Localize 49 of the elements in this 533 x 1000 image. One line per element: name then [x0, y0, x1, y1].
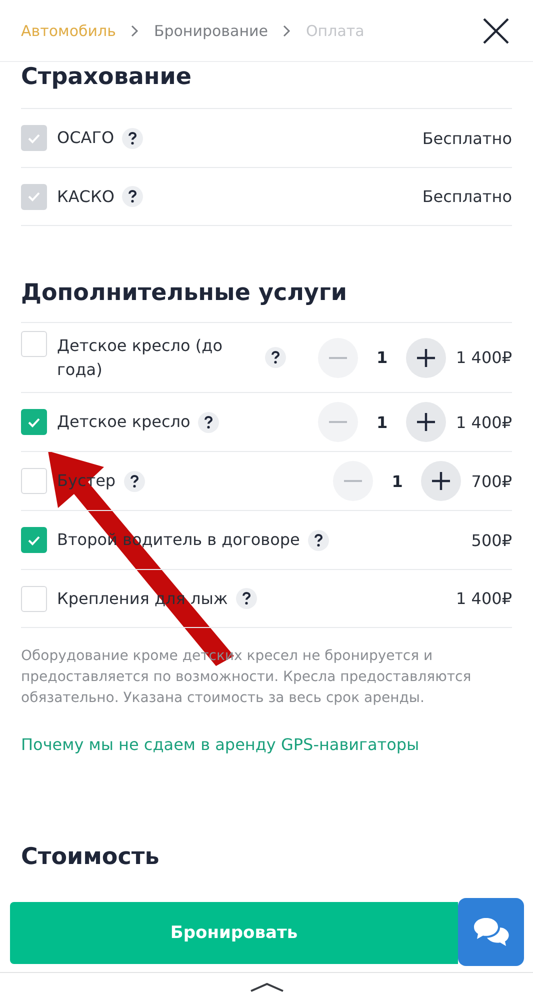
section-title: Страхование [21, 63, 193, 92]
help-icon[interactable] [122, 128, 144, 148]
minus-icon [329, 356, 348, 358]
book-button[interactable]: Бронировать [10, 902, 458, 964]
help-icon[interactable] [124, 470, 145, 492]
plus-icon [432, 472, 450, 490]
increase-button[interactable] [421, 461, 462, 501]
section-title: Стоимость [21, 843, 160, 870]
chat-bubbles-icon [472, 916, 510, 948]
breadcrumb-step[interactable]: Бронирование [154, 22, 268, 40]
price: 500₽ [471, 530, 512, 550]
minus-icon [329, 421, 348, 423]
help-icon[interactable] [265, 347, 286, 368]
help-icon[interactable] [236, 588, 257, 609]
option-label: КАСКО [57, 186, 114, 208]
close-icon [482, 16, 510, 44]
check-icon [27, 416, 41, 428]
price: Бесплатно [422, 187, 512, 206]
check-icon [27, 534, 41, 546]
option-label: ОСАГО [57, 127, 114, 149]
chevron-up-icon[interactable] [250, 982, 284, 992]
minus-icon [344, 480, 362, 482]
check-icon [27, 191, 41, 202]
help-icon[interactable] [198, 412, 220, 432]
chevron-right-icon [282, 24, 292, 36]
increase-button[interactable] [406, 338, 446, 378]
option-label: Детское кресло (до года) [57, 334, 224, 380]
price: 1 400₽ [456, 348, 512, 367]
price: Бесплатно [422, 128, 512, 148]
check-icon [27, 132, 41, 144]
chevron-right-icon [130, 24, 140, 36]
price: 1 400₽ [456, 589, 512, 608]
quantity-value: 1 [375, 412, 389, 432]
help-icon[interactable] [308, 530, 329, 550]
help-icon[interactable] [122, 186, 144, 207]
price: 700₽ [471, 472, 512, 490]
section-title: Дополнительные услуги [21, 279, 348, 308]
breadcrumb-step[interactable]: Автомобиль [21, 22, 116, 40]
checkbox[interactable] [21, 527, 47, 553]
increase-button[interactable] [406, 402, 446, 442]
gps-info-link[interactable]: Почему мы не сдаем в аренду GPS-навигаторы [21, 735, 420, 754]
price: 1 400₽ [456, 412, 512, 432]
plus-icon [417, 348, 436, 366]
checkbox[interactable] [21, 409, 47, 435]
quantity-value: 1 [390, 472, 404, 490]
plus-icon [417, 413, 436, 431]
option-label: Детское кресло [57, 411, 190, 433]
quantity-value: 1 [375, 348, 389, 367]
chat-button[interactable] [458, 898, 524, 966]
